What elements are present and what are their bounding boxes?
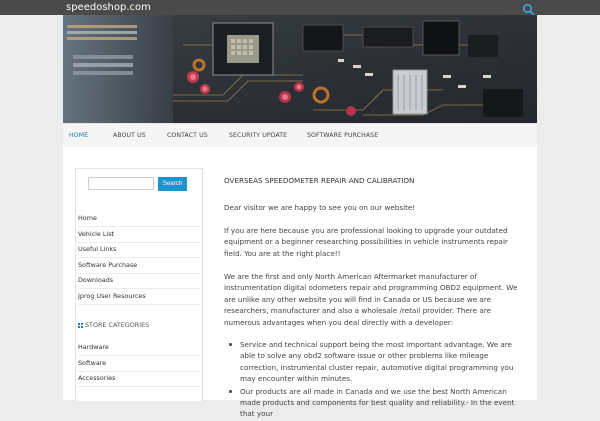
sidebar-link-jprog-user-resources[interactable]: Jprog User Resources <box>78 289 200 305</box>
intro-paragraph: Dear visitor we are happy to see you on … <box>224 203 416 212</box>
about-paragraph: We are the first and only North American… <box>224 272 518 327</box>
nav-security-update[interactable]: SECURITY UPDATE <box>229 124 287 148</box>
search-input[interactable] <box>88 177 154 190</box>
grid-icon <box>78 322 83 328</box>
nav-software-purchase[interactable]: SOFTWARE PURCHASE <box>307 124 378 148</box>
professional-paragraph: If you are here because you are professi… <box>224 226 508 258</box>
main-navigation: HOME ABOUT US CONTACT US SECURITY UPDATE… <box>63 123 537 149</box>
search-icon[interactable] <box>522 1 535 16</box>
sidebar-link-downloads[interactable]: Downloads <box>78 273 200 289</box>
site-title[interactable]: speedoshop.com <box>66 0 151 15</box>
category-link-hardware[interactable]: Hardware <box>78 340 200 356</box>
sidebar-link-vehicle-list[interactable]: Vehicle List <box>78 227 200 243</box>
category-link-software[interactable]: Software <box>78 356 200 372</box>
sidebar-link-useful-links[interactable]: Useful Links <box>78 242 200 258</box>
sidebar-link-home[interactable]: Home <box>78 211 200 227</box>
nav-home[interactable]: HOME <box>69 124 88 148</box>
list-item: Service and technical support being the … <box>224 339 520 385</box>
store-categories-label: STORE CATEGORIES <box>85 321 150 329</box>
sidebar-link-software-purchase[interactable]: Software Purchase <box>78 258 200 274</box>
nav-about-us[interactable]: ABOUT US <box>113 124 146 148</box>
nav-contact-us[interactable]: CONTACT US <box>167 124 208 148</box>
search-button[interactable]: Search <box>158 177 187 191</box>
list-item: Our products are all made in Canada and … <box>224 386 520 420</box>
advantages-list: Service and technical support being the … <box>224 339 520 421</box>
page-heading: OVERSEAS SPEEDOMETER REPAIR AND CALIBRAT… <box>224 176 415 185</box>
category-link-accessories[interactable]: Accessories <box>78 371 200 387</box>
store-categories-heading: STORE CATEGORIES <box>78 319 149 331</box>
header-banner-image <box>63 15 537 123</box>
